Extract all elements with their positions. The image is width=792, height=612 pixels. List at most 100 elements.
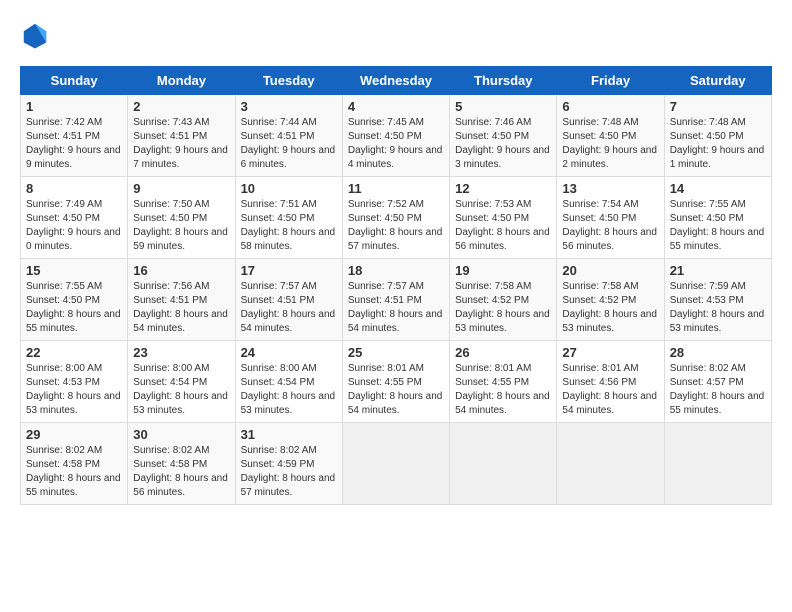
cell-info: Sunrise: 7:51 AMSunset: 4:50 PMDaylight:… bbox=[241, 199, 336, 252]
cell-info: Sunrise: 7:48 AMSunset: 4:50 PMDaylight:… bbox=[562, 117, 657, 170]
day-of-week-header: Wednesday bbox=[342, 67, 449, 95]
day-number: 15 bbox=[26, 263, 122, 278]
cell-info: Sunrise: 8:02 AMSunset: 4:58 PMDaylight:… bbox=[26, 445, 121, 498]
calendar-cell: 13 Sunrise: 7:54 AMSunset: 4:50 PMDayligh… bbox=[557, 177, 664, 259]
day-number: 11 bbox=[348, 181, 444, 196]
calendar-cell: 10 Sunrise: 7:51 AMSunset: 4:50 PMDayligh… bbox=[235, 177, 342, 259]
day-number: 6 bbox=[562, 99, 658, 114]
cell-info: Sunrise: 7:55 AMSunset: 4:50 PMDaylight:… bbox=[26, 281, 121, 334]
cell-info: Sunrise: 7:48 AMSunset: 4:50 PMDaylight:… bbox=[670, 117, 765, 170]
calendar-cell bbox=[342, 423, 449, 505]
calendar-cell bbox=[450, 423, 557, 505]
cell-info: Sunrise: 7:52 AMSunset: 4:50 PMDaylight:… bbox=[348, 199, 443, 252]
logo bbox=[20, 20, 54, 50]
cell-info: Sunrise: 7:50 AMSunset: 4:50 PMDaylight:… bbox=[133, 199, 228, 252]
cell-info: Sunrise: 8:02 AMSunset: 4:58 PMDaylight:… bbox=[133, 445, 228, 498]
logo-icon bbox=[20, 20, 50, 50]
day-number: 20 bbox=[562, 263, 658, 278]
day-of-week-header: Friday bbox=[557, 67, 664, 95]
day-number: 22 bbox=[26, 345, 122, 360]
day-number: 8 bbox=[26, 181, 122, 196]
calendar-cell: 3 Sunrise: 7:44 AMSunset: 4:51 PMDaylight… bbox=[235, 95, 342, 177]
calendar-cell: 29 Sunrise: 8:02 AMSunset: 4:58 PMDayligh… bbox=[21, 423, 128, 505]
day-number: 19 bbox=[455, 263, 551, 278]
day-number: 24 bbox=[241, 345, 337, 360]
calendar-cell: 17 Sunrise: 7:57 AMSunset: 4:51 PMDayligh… bbox=[235, 259, 342, 341]
cell-info: Sunrise: 8:00 AMSunset: 4:54 PMDaylight:… bbox=[241, 363, 336, 416]
day-number: 16 bbox=[133, 263, 229, 278]
day-number: 9 bbox=[133, 181, 229, 196]
calendar-cell: 24 Sunrise: 8:00 AMSunset: 4:54 PMDayligh… bbox=[235, 341, 342, 423]
day-number: 17 bbox=[241, 263, 337, 278]
day-number: 27 bbox=[562, 345, 658, 360]
day-number: 13 bbox=[562, 181, 658, 196]
calendar-cell: 18Sunrise: 7:57 AMSunset: 4:51 PMDayligh… bbox=[342, 259, 449, 341]
cell-info: Sunrise: 7:49 AMSunset: 4:50 PMDaylight:… bbox=[26, 199, 121, 252]
day-number: 14 bbox=[670, 181, 766, 196]
cell-info: Sunrise: 7:43 AMSunset: 4:51 PMDaylight:… bbox=[133, 117, 228, 170]
day-of-week-header: Tuesday bbox=[235, 67, 342, 95]
day-number: 1 bbox=[26, 99, 122, 114]
cell-info: Sunrise: 7:45 AMSunset: 4:50 PMDaylight:… bbox=[348, 117, 443, 170]
day-of-week-header: Monday bbox=[128, 67, 235, 95]
day-number: 5 bbox=[455, 99, 551, 114]
day-number: 3 bbox=[241, 99, 337, 114]
cell-info: Sunrise: 7:55 AMSunset: 4:50 PMDaylight:… bbox=[670, 199, 765, 252]
calendar-cell: 15 Sunrise: 7:55 AMSunset: 4:50 PMDayligh… bbox=[21, 259, 128, 341]
calendar-cell: 4 Sunrise: 7:45 AMSunset: 4:50 PMDaylight… bbox=[342, 95, 449, 177]
day-of-week-header: Sunday bbox=[21, 67, 128, 95]
cell-info: Sunrise: 8:02 AMSunset: 4:59 PMDaylight:… bbox=[241, 445, 336, 498]
day-number: 25 bbox=[348, 345, 444, 360]
cell-info: Sunrise: 8:01 AMSunset: 4:55 PMDaylight:… bbox=[455, 363, 550, 416]
day-number: 29 bbox=[26, 427, 122, 442]
cell-info: Sunrise: 7:46 AMSunset: 4:50 PMDaylight:… bbox=[455, 117, 550, 170]
day-of-week-header: Thursday bbox=[450, 67, 557, 95]
cell-info: Sunrise: 8:01 AMSunset: 4:55 PMDaylight:… bbox=[348, 363, 443, 416]
cell-info: Sunrise: 7:57 AMSunset: 4:51 PMDaylight:… bbox=[241, 281, 336, 334]
cell-info: Sunrise: 8:02 AMSunset: 4:57 PMDaylight:… bbox=[670, 363, 765, 416]
calendar-cell: 2 Sunrise: 7:43 AMSunset: 4:51 PMDaylight… bbox=[128, 95, 235, 177]
calendar-cell: 21Sunrise: 7:59 AMSunset: 4:53 PMDayligh… bbox=[664, 259, 771, 341]
calendar-cell: 1Sunrise: 7:42 AMSunset: 4:51 PMDaylight… bbox=[21, 95, 128, 177]
day-number: 10 bbox=[241, 181, 337, 196]
page-header bbox=[20, 20, 772, 50]
day-number: 31 bbox=[241, 427, 337, 442]
calendar-cell: 7 Sunrise: 7:48 AMSunset: 4:50 PMDaylight… bbox=[664, 95, 771, 177]
cell-info: Sunrise: 7:44 AMSunset: 4:51 PMDaylight:… bbox=[241, 117, 336, 170]
day-number: 21 bbox=[670, 263, 766, 278]
cell-info: Sunrise: 8:00 AMSunset: 4:53 PMDaylight:… bbox=[26, 363, 121, 416]
cell-info: Sunrise: 7:53 AMSunset: 4:50 PMDaylight:… bbox=[455, 199, 550, 252]
calendar-cell: 19 Sunrise: 7:58 AMSunset: 4:52 PMDayligh… bbox=[450, 259, 557, 341]
calendar-table: SundayMondayTuesdayWednesdayThursdayFrid… bbox=[20, 66, 772, 505]
calendar-cell: 16Sunrise: 7:56 AMSunset: 4:51 PMDayligh… bbox=[128, 259, 235, 341]
calendar-cell: 9 Sunrise: 7:50 AMSunset: 4:50 PMDaylight… bbox=[128, 177, 235, 259]
day-number: 23 bbox=[133, 345, 229, 360]
day-of-week-header: Saturday bbox=[664, 67, 771, 95]
calendar-cell: 8 Sunrise: 7:49 AMSunset: 4:50 PMDaylight… bbox=[21, 177, 128, 259]
calendar-cell: 12 Sunrise: 7:53 AMSunset: 4:50 PMDayligh… bbox=[450, 177, 557, 259]
day-number: 2 bbox=[133, 99, 229, 114]
calendar-cell: 6 Sunrise: 7:48 AMSunset: 4:50 PMDaylight… bbox=[557, 95, 664, 177]
calendar-cell: 26 Sunrise: 8:01 AMSunset: 4:55 PMDayligh… bbox=[450, 341, 557, 423]
calendar-cell bbox=[664, 423, 771, 505]
calendar-cell: 22 Sunrise: 8:00 AMSunset: 4:53 PMDayligh… bbox=[21, 341, 128, 423]
calendar-cell: 14 Sunrise: 7:55 AMSunset: 4:50 PMDayligh… bbox=[664, 177, 771, 259]
calendar-cell: 25 Sunrise: 8:01 AMSunset: 4:55 PMDayligh… bbox=[342, 341, 449, 423]
cell-info: Sunrise: 7:58 AMSunset: 4:52 PMDaylight:… bbox=[455, 281, 550, 334]
calendar-cell bbox=[557, 423, 664, 505]
day-number: 7 bbox=[670, 99, 766, 114]
day-number: 12 bbox=[455, 181, 551, 196]
calendar-cell: 20Sunrise: 7:58 AMSunset: 4:52 PMDayligh… bbox=[557, 259, 664, 341]
calendar-cell: 5 Sunrise: 7:46 AMSunset: 4:50 PMDaylight… bbox=[450, 95, 557, 177]
calendar-cell: 11 Sunrise: 7:52 AMSunset: 4:50 PMDayligh… bbox=[342, 177, 449, 259]
day-number: 30 bbox=[133, 427, 229, 442]
calendar-cell: 28Sunrise: 8:02 AMSunset: 4:57 PMDayligh… bbox=[664, 341, 771, 423]
day-number: 4 bbox=[348, 99, 444, 114]
calendar-cell: 23 Sunrise: 8:00 AMSunset: 4:54 PMDayligh… bbox=[128, 341, 235, 423]
cell-info: Sunrise: 8:00 AMSunset: 4:54 PMDaylight:… bbox=[133, 363, 228, 416]
calendar-cell: 30 Sunrise: 8:02 AMSunset: 4:58 PMDayligh… bbox=[128, 423, 235, 505]
day-number: 26 bbox=[455, 345, 551, 360]
calendar-cell: 27Sunrise: 8:01 AMSunset: 4:56 PMDayligh… bbox=[557, 341, 664, 423]
cell-info: Sunrise: 7:57 AMSunset: 4:51 PMDaylight:… bbox=[348, 281, 443, 334]
cell-info: Sunrise: 7:54 AMSunset: 4:50 PMDaylight:… bbox=[562, 199, 657, 252]
